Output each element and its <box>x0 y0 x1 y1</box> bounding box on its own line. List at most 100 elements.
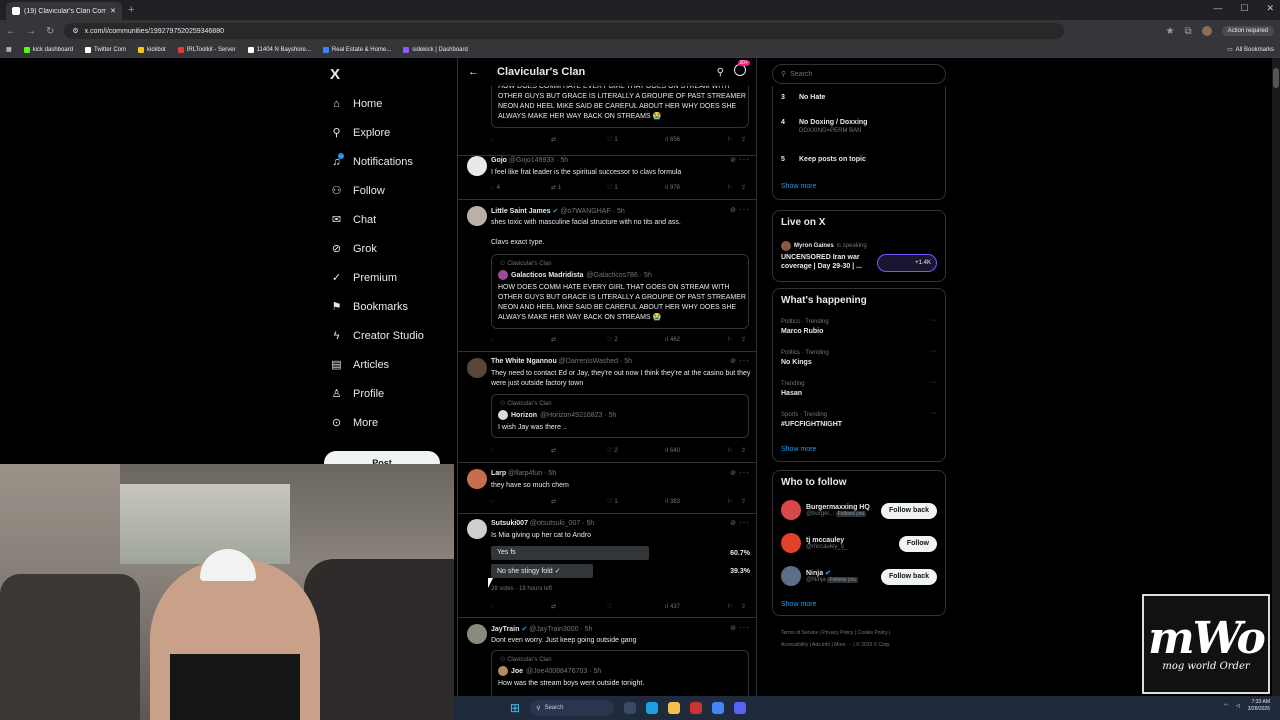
tweet[interactable]: Sutsuki007 @otsutsuki_007 · 5h ⊘ ··· Is … <box>458 514 756 618</box>
search-icon[interactable]: ⚲ <box>717 67 724 78</box>
search-input[interactable]: ⚲ Search <box>772 64 946 84</box>
tweet[interactable]: JayTrain ✔ @JayTrain3000 · 5h ⊘ ··· Dont… <box>458 618 756 696</box>
nav-home[interactable]: ⌂ Home <box>330 97 382 110</box>
all-bookmarks[interactable]: ▭ All Bookmarks <box>1227 46 1274 54</box>
nav-grok[interactable]: ⊘ Grok <box>330 242 377 256</box>
more-icon[interactable]: ··· <box>930 317 937 324</box>
show-more-link[interactable]: Show more <box>781 446 816 453</box>
reply-icon[interactable]: ◌ <box>491 336 551 343</box>
bookmark-item[interactable]: Real Estate & Home... <box>322 46 391 53</box>
follow-button[interactable]: Follow <box>898 536 937 552</box>
profile-avatar[interactable] <box>1201 26 1212 36</box>
avatar[interactable] <box>467 358 487 378</box>
bookmark-item[interactable]: sidekick | Dashboard <box>403 46 468 53</box>
repost-icon[interactable]: ⇄ <box>551 336 607 343</box>
quoted-tweet[interactable]: ⚇ Clavicular's Clan Galacticos Madridist… <box>491 254 749 329</box>
live-listeners-pill[interactable]: +1.4K <box>877 254 937 272</box>
volume-icon[interactable]: ◁ <box>1236 703 1240 709</box>
footer-links[interactable]: Terms of Service | Privacy Policy | Cook… <box>781 630 890 636</box>
follow-back-button[interactable]: Follow back <box>880 503 937 519</box>
task-view-icon[interactable] <box>624 702 637 714</box>
tweet[interactable]: Gojo @Gojo149933 · 5h ⊘ ··· I feel like … <box>458 149 756 200</box>
repost-icon[interactable]: ⇄ <box>551 136 607 143</box>
close-tab-icon[interactable]: ✕ <box>110 7 116 15</box>
more-icon[interactable]: ··· <box>739 468 750 477</box>
address-bar[interactable]: ⚙ x.com/i/communities/199279752025934688… <box>64 23 1065 39</box>
live-stream-title[interactable]: UNCENSORED Iran war coverage | Day 29-30… <box>781 253 876 271</box>
views-button[interactable]: ıl 978 <box>665 184 727 191</box>
nav-bookmarks[interactable]: ⚑ Bookmarks <box>330 300 408 314</box>
avatar[interactable] <box>467 469 487 489</box>
nav-chat[interactable]: ✉ Chat <box>330 213 376 227</box>
more-icon[interactable]: ··· <box>930 348 937 355</box>
nav-follow[interactable]: ⚇ Follow <box>330 184 385 198</box>
repost-icon[interactable]: ⇄ <box>551 447 607 454</box>
poll-option[interactable]: No she stingy fold ✓ <box>491 564 593 578</box>
avatar[interactable] <box>467 624 487 644</box>
bookmark-item[interactable]: kickbot <box>138 46 166 53</box>
reply-button[interactable]: ◌ 4 <box>491 184 551 191</box>
like-button[interactable]: ♡ 1 <box>607 498 665 506</box>
poll-option[interactable]: Yes fs <box>491 546 649 560</box>
new-tab-icon[interactable]: + <box>128 4 134 16</box>
bookmark-icon[interactable]: ⚐ <box>727 498 741 505</box>
bookmark-star-icon[interactable]: ★ <box>1166 26 1175 37</box>
apps-icon[interactable]: ▦ <box>6 46 12 53</box>
scrollbar-thumb[interactable] <box>1273 68 1279 88</box>
follow-back-button[interactable]: Follow back <box>880 569 937 585</box>
more-icon[interactable]: ··· <box>930 410 937 417</box>
minimize-icon[interactable]: — <box>1213 3 1222 14</box>
nav-profile[interactable]: ♙ Profile <box>330 387 385 401</box>
follow-suggestion[interactable]: tj mccauley @mccauley_tj_ <box>781 533 847 553</box>
views-button[interactable]: ıl 437 <box>665 603 727 610</box>
forward-icon[interactable]: → <box>26 26 36 37</box>
footer-links[interactable]: Accessibility | Ads info | More ··· | © … <box>781 642 891 648</box>
quoted-tweet[interactable]: ⚇ Clavicular's Clan Joe @Joe40088476703 ·… <box>491 650 749 696</box>
more-icon[interactable]: ··· <box>739 205 750 214</box>
bookmark-item[interactable]: IRLToolkit - Server <box>177 46 236 53</box>
more-icon[interactable]: ··· <box>930 379 937 386</box>
trend-item[interactable]: Politics · Trending No Kings <box>781 350 829 366</box>
repost-button[interactable]: ⇄ 1 <box>551 184 607 192</box>
like-button[interactable]: ♡ 1 <box>607 184 665 192</box>
live-card[interactable]: Live on X Myron Gaines is speaking UNCENS… <box>772 210 946 282</box>
follow-suggestion[interactable]: Ninja ✔ @Ninja Follows you <box>781 566 858 586</box>
app-icon[interactable] <box>690 702 703 714</box>
like-button[interactable]: ♡ 2 <box>607 336 665 344</box>
share-icon[interactable]: ⇪ <box>741 136 746 143</box>
share-icon[interactable]: ⇪ <box>741 498 746 505</box>
site-info-icon[interactable]: ⚙ <box>72 27 78 35</box>
trend-item[interactable]: Sports · Trending #UFCFIGHTNIGHT <box>781 412 842 428</box>
grok-icon[interactable]: ⊘ <box>730 624 736 632</box>
reload-icon[interactable]: ↻ <box>46 26 54 37</box>
bookmark-icon[interactable]: ⚐ <box>727 447 741 454</box>
close-window-icon[interactable]: ✕ <box>1266 3 1274 14</box>
nav-more[interactable]: ⊙ More <box>330 416 378 430</box>
share-icon[interactable]: ⇪ <box>741 447 746 454</box>
scrollbar[interactable] <box>1272 58 1280 696</box>
file-explorer-icon[interactable] <box>668 702 681 714</box>
more-icon[interactable]: ··· <box>739 518 750 527</box>
grok-icon[interactable]: ⊘ <box>730 206 736 214</box>
extensions-icon[interactable]: ⧉ <box>1185 26 1192 37</box>
trend-item[interactable]: Politics · Trending Marco Rubio <box>781 319 829 335</box>
follow-suggestion[interactable]: Burgermaxxing HQ @burger... Follows you <box>781 500 870 520</box>
views-button[interactable]: ıl 383 <box>665 498 727 505</box>
nav-explore[interactable]: ⚲ Explore <box>330 126 390 140</box>
clock[interactable]: 7:33 AM 3/28/2026 <box>1248 699 1270 713</box>
bookmark-icon[interactable]: ⚐ <box>727 603 741 610</box>
back-icon[interactable]: ← <box>6 26 16 37</box>
share-icon[interactable]: ⇪ <box>741 184 746 191</box>
like-icon[interactable]: ♡ <box>607 603 665 610</box>
trend-item[interactable]: Trending Hasan <box>781 381 804 397</box>
grok-icon[interactable]: ⊘ <box>730 469 736 477</box>
nav-notifications[interactable]: ♫ Notifications <box>330 153 413 168</box>
reply-icon[interactable]: ◌ <box>491 136 551 143</box>
taskbar-search[interactable]: ⚲ Search <box>530 700 615 716</box>
share-icon[interactable]: ⇪ <box>741 603 746 610</box>
tweet[interactable]: Larp @llarp4fun · 5h ⊘ ··· they have so … <box>458 463 756 514</box>
x-logo[interactable]: X <box>330 66 340 83</box>
bookmark-icon[interactable]: ⚐ <box>727 136 741 143</box>
bookmark-icon[interactable]: ⚐ <box>727 184 741 191</box>
nav-articles[interactable]: ▤ Articles <box>330 358 389 372</box>
